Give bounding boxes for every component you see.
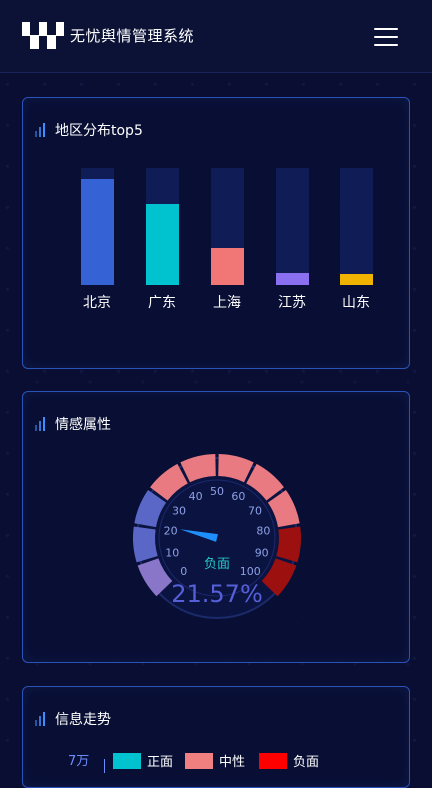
legend-swatch bbox=[113, 752, 141, 769]
sentiment-panel: 情感属性 0 10 20 30 40 50 60 70 80 90 100 负面 21.57% bbox=[22, 391, 410, 663]
region-distribution-panel: 地区分布top5 北京 广东 上海 江苏 山东 bbox=[22, 97, 410, 369]
title-bars-icon bbox=[35, 123, 45, 137]
bar-label: 江苏 bbox=[278, 295, 306, 311]
gauge-tick-label: 20 bbox=[164, 525, 178, 538]
legend-swatch bbox=[185, 752, 213, 769]
bar-track-0 bbox=[81, 168, 114, 285]
app-header: 无忧舆情管理系统 bbox=[0, 0, 432, 73]
gauge-tick-label: 100 bbox=[240, 565, 261, 578]
hamburger-menu-icon[interactable] bbox=[374, 28, 398, 46]
legend-item-negative[interactable]: 负面 bbox=[259, 751, 319, 770]
bar[interactable] bbox=[146, 204, 179, 285]
gauge-tick-label: 40 bbox=[189, 490, 203, 503]
gauge-tick-label: 0 bbox=[180, 565, 187, 578]
legend-item-positive[interactable]: 正面 bbox=[113, 751, 173, 770]
bar-label: 山东 bbox=[342, 295, 370, 311]
bar-track-1 bbox=[146, 168, 179, 285]
gauge-tick-label: 80 bbox=[256, 525, 270, 538]
title-bars-icon bbox=[35, 712, 45, 726]
legend-swatch bbox=[259, 752, 287, 769]
trend-legend: 7万 正面 中性 负面 bbox=[23, 747, 409, 773]
gauge-tick-label: 70 bbox=[248, 504, 262, 517]
legend-item-neutral[interactable]: 中性 bbox=[185, 751, 245, 770]
bar[interactable] bbox=[211, 248, 244, 285]
gauge-segment bbox=[133, 526, 158, 563]
bar[interactable] bbox=[276, 273, 309, 285]
app-title: 无忧舆情管理系统 bbox=[70, 27, 195, 45]
bar[interactable] bbox=[81, 179, 114, 285]
gauge-value: 21.57% bbox=[171, 580, 263, 608]
bar-label: 上海 bbox=[213, 295, 241, 311]
gauge-label: 负面 bbox=[204, 557, 230, 572]
bar-track-2 bbox=[211, 168, 244, 285]
logo-icon bbox=[22, 22, 64, 49]
bar-track-4 bbox=[340, 168, 373, 285]
trend-panel: 信息走势 7万 正面 中性 负面 bbox=[22, 686, 410, 788]
gauge-tick-label: 50 bbox=[210, 485, 224, 498]
gauge-segment bbox=[276, 526, 302, 563]
bar-track-3 bbox=[276, 168, 309, 285]
gauge-tick-label: 10 bbox=[165, 547, 179, 560]
bar-label: 北京 bbox=[83, 295, 111, 311]
panel-title-region: 地区分布top5 bbox=[35, 122, 143, 139]
gauge-tick-label: 30 bbox=[172, 504, 186, 517]
y-axis-max-label: 7万 bbox=[68, 754, 90, 769]
panel-title-trend: 信息走势 bbox=[35, 711, 111, 728]
sentiment-gauge: 010 20 3040 50 6070 80 90 100 负面 21.57% bbox=[133, 454, 302, 619]
gauge-tick-label: 90 bbox=[255, 547, 269, 560]
bar-label: 广东 bbox=[148, 295, 176, 311]
gauge-tick-label: 60 bbox=[231, 490, 245, 503]
bar[interactable] bbox=[340, 274, 373, 285]
y-axis-line bbox=[104, 759, 105, 773]
